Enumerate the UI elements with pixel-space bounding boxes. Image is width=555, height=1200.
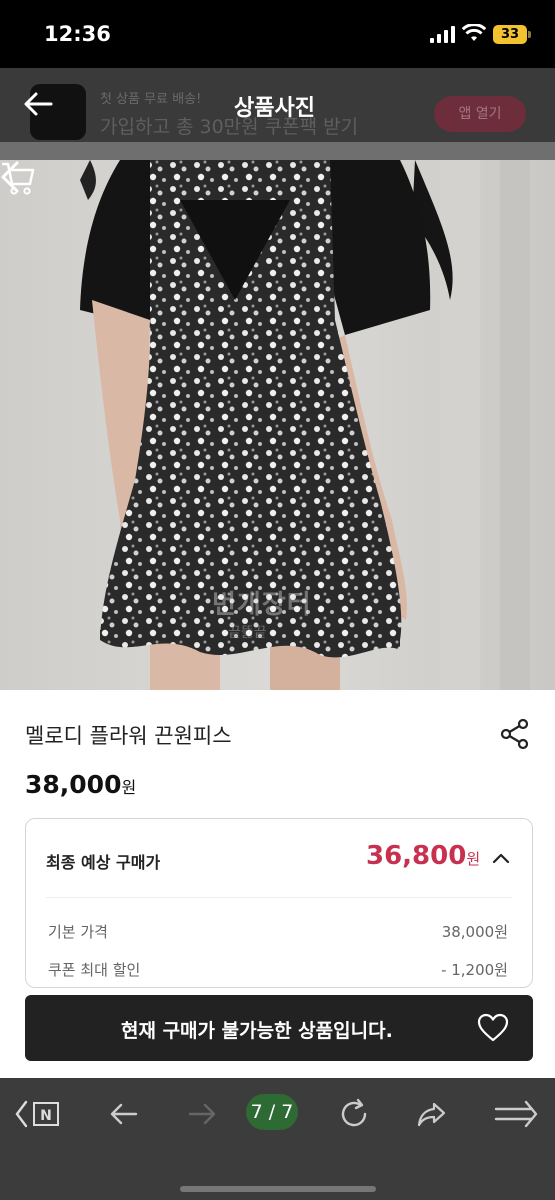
- product-photo[interactable]: 번개장터 끝뚫끝: [0, 160, 555, 690]
- cart-icon[interactable]: [0, 160, 36, 196]
- cellular-signal-icon: [430, 26, 455, 43]
- product-price-value: 38,000: [25, 770, 122, 799]
- heart-icon[interactable]: [477, 1013, 509, 1043]
- chevron-up-icon[interactable]: [492, 851, 510, 865]
- summary-divider: [46, 897, 512, 898]
- battery-indicator: 33: [493, 25, 527, 44]
- summary-label: 최종 예상 구매가: [46, 853, 161, 872]
- browser-toolbar: N 7 / 7: [0, 1078, 555, 1200]
- watermark-text: 번개장터: [212, 590, 312, 620]
- watermark-subtext: 끝뚫끝: [228, 625, 267, 641]
- wifi-icon: [462, 24, 486, 41]
- summary-price-currency: 원: [466, 850, 481, 868]
- buy-bar[interactable]: 현재 구매가 불가능한 상품입니다.: [25, 995, 533, 1061]
- svg-text:N: N: [40, 1108, 52, 1124]
- home-indicator: [180, 1186, 376, 1192]
- summary-price-value: 36,800: [366, 841, 467, 871]
- forward-icon[interactable]: [186, 1098, 218, 1130]
- back-arrow-icon[interactable]: [22, 88, 54, 120]
- viewer-header: 첫 상품 무료 배송! 가입하고 총 30만원 쿠폰팩 받기 앱 열기 상품사진: [0, 68, 555, 160]
- coupon-discount-label: 쿠폰 최대 할인: [48, 961, 141, 979]
- price-summary-box[interactable]: 최종 예상 구매가 36,800원 기본 가격 38,000원 쿠폰 최대 할인…: [25, 818, 533, 988]
- header-strip: [0, 142, 555, 160]
- battery-tip: [528, 31, 531, 38]
- status-time: 12:36: [44, 22, 111, 46]
- open-app-button[interactable]: 앱 열기: [434, 96, 526, 132]
- buy-status-text: 현재 구매가 불가능한 상품입니다.: [121, 1020, 393, 1042]
- back-icon[interactable]: [108, 1098, 140, 1130]
- coupon-discount-value: - 1,200원: [441, 961, 508, 979]
- refresh-icon[interactable]: [338, 1098, 370, 1130]
- base-price-value: 38,000원: [441, 923, 508, 941]
- viewer-title: 상품사진: [234, 96, 315, 121]
- naver-home-icon[interactable]: N: [14, 1098, 64, 1130]
- share-icon[interactable]: [500, 718, 530, 750]
- product-price-currency: 원: [121, 778, 137, 797]
- status-bar: 12:36 33: [0, 0, 555, 68]
- summary-price: 36,800원: [366, 841, 480, 871]
- menu-icon[interactable]: [494, 1098, 540, 1130]
- product-name: 멜로디 플라워 끈원피스: [25, 724, 232, 748]
- page-counter[interactable]: 7 / 7: [246, 1094, 298, 1130]
- banner-small-text: 첫 상품 무료 배송!: [100, 92, 202, 107]
- product-info: 멜로디 플라워 끈원피스 38,000원 최종 예상 구매가 36,800원 기…: [0, 690, 555, 1078]
- banner-big-text: 가입하고 총 30만원 쿠폰팩 받기: [100, 116, 359, 138]
- share-arrow-icon[interactable]: [416, 1098, 448, 1130]
- base-price-label: 기본 가격: [48, 923, 108, 941]
- product-price: 38,000원: [25, 770, 136, 799]
